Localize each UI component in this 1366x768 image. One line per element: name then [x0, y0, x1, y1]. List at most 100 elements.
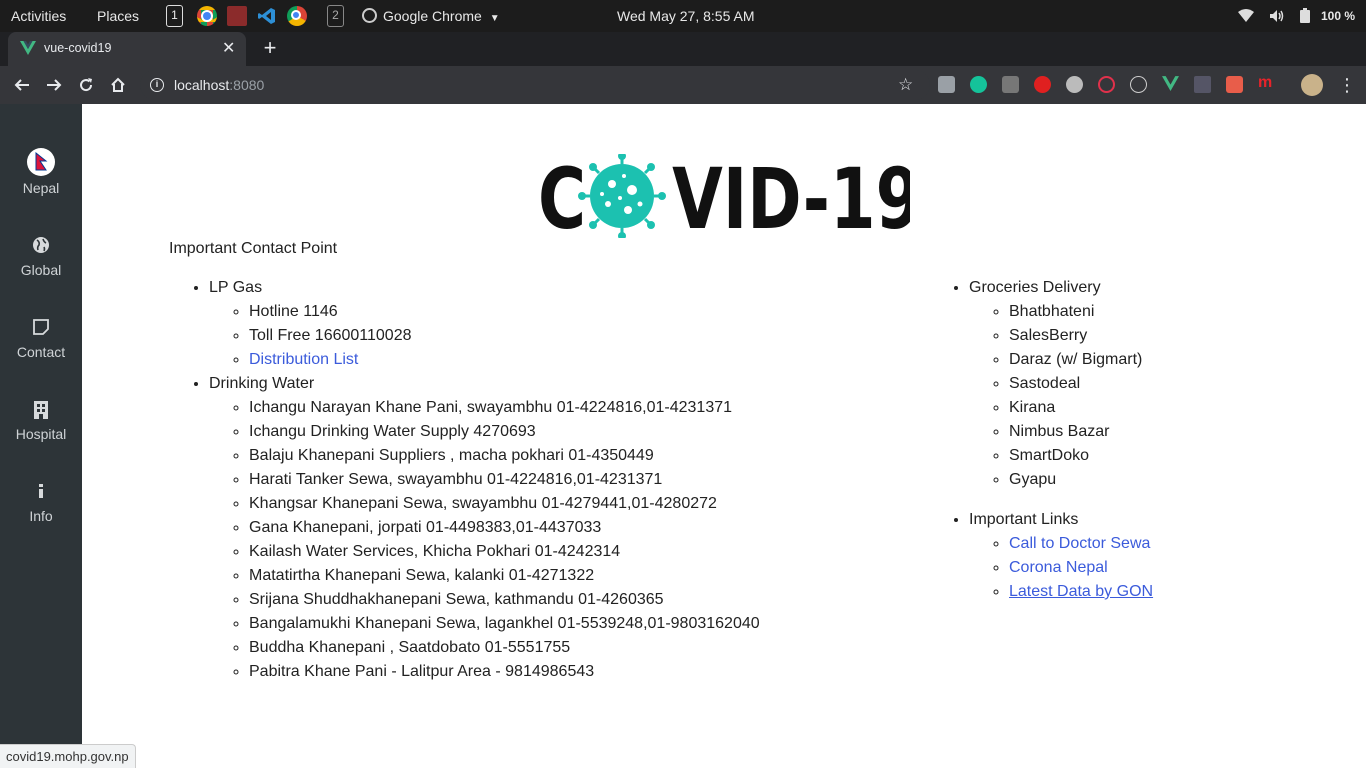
volume-icon[interactable] [1269, 0, 1285, 32]
list-item-drinking-water: Drinking Water Ichangu Narayan Khane Pan… [209, 372, 869, 684]
camera-extension-icon[interactable] [938, 76, 955, 93]
list-item: SmartDoko [1009, 444, 1309, 468]
latest-data-link[interactable]: Latest Data by GON [1009, 583, 1153, 600]
list-item: SalesBerry [1009, 324, 1309, 348]
browser-tab[interactable]: vue-covid19 ✕ [8, 32, 246, 66]
info-icon [35, 482, 47, 500]
section-title: Drinking Water [209, 375, 315, 392]
list-item: Harati Tanker Sewa, swayambhu 01-4224816… [249, 468, 869, 492]
sidebar-item-contact[interactable]: Contact [0, 316, 82, 388]
reload-button[interactable] [72, 71, 100, 99]
chrome-app-icon [362, 8, 377, 23]
vue-logo-icon [20, 41, 36, 58]
battery-percentage: 100 % [1321, 9, 1356, 23]
close-tab-icon[interactable]: ✕ [222, 32, 235, 65]
profile-avatar[interactable] [1301, 74, 1323, 96]
list-item: Gana Khanepani, jorpati 01-4498383,01-44… [249, 516, 869, 540]
list-item: Kirana [1009, 396, 1309, 420]
sidebar-item-global[interactable]: Global [0, 234, 82, 306]
sidebar-item-label: Contact [16, 344, 66, 360]
clock[interactable]: Wed May 27, 8:55 AM [617, 0, 754, 32]
sidebar: Nepal Global Contact Hospital Info [0, 104, 82, 768]
battery-icon[interactable] [1300, 0, 1310, 32]
browser-toolbar: i localhost:8080 ☆ m ⋮ [0, 66, 1366, 104]
color-picker-extension-icon[interactable] [1194, 76, 1211, 93]
list-item: Toll Free 16600110028 [249, 324, 869, 348]
page-content: Nepal Global Contact Hospital Info C VID… [0, 104, 1366, 768]
globe-icon [32, 236, 50, 254]
react-devtools-icon[interactable] [1130, 76, 1147, 93]
facebook-extension-icon[interactable] [1002, 76, 1019, 93]
sidebar-item-label: Info [29, 508, 53, 524]
list-item: Pabitra Khane Pani - Lalitpur Area - 981… [249, 660, 869, 684]
m-extension-icon[interactable]: m [1258, 75, 1278, 93]
note-icon [32, 318, 50, 336]
url-text[interactable]: localhost:8080 [174, 70, 264, 100]
workspace-2-indicator[interactable]: 2 [327, 5, 344, 27]
bookmark-star-icon[interactable]: ☆ [898, 70, 913, 100]
chrome-icon[interactable] [287, 6, 307, 26]
chrome-menu-icon[interactable]: ⋮ [1338, 74, 1356, 96]
list-item: Ichangu Drinking Water Supply 4270693 [249, 420, 869, 444]
sidebar-item-label: Hospital [15, 426, 67, 442]
wifi-icon[interactable] [1238, 0, 1254, 32]
corona-nepal-link[interactable]: Corona Nepal [1009, 559, 1108, 576]
list-item: Latest Data by GON [1009, 580, 1309, 604]
list-item: Kailash Water Services, Khicha Pokhari 0… [249, 540, 869, 564]
link-status-bar: covid19.mohp.gov.np [0, 744, 136, 768]
grammarly-extension-icon[interactable] [970, 76, 987, 93]
section-title: Important Links [969, 511, 1079, 528]
hospital-icon [32, 400, 50, 420]
document-viewer-icon[interactable] [227, 6, 247, 26]
list-item: Daraz (w/ Bigmart) [1009, 348, 1309, 372]
contact-column-left: LP Gas Hotline 1146 Toll Free 1660011002… [169, 276, 869, 684]
sidebar-item-info[interactable]: Info [0, 480, 82, 552]
list-item: Ichangu Narayan Khane Pani, swayambhu 01… [249, 396, 869, 420]
list-item: Corona Nepal [1009, 556, 1309, 580]
list-item-important-links: Important Links Call to Doctor Sewa Coro… [969, 508, 1309, 604]
section-title: LP Gas [209, 279, 263, 296]
call-to-doctor-link[interactable]: Call to Doctor Sewa [1009, 535, 1150, 552]
sidebar-item-label: Nepal [22, 180, 60, 196]
vue-devtools-icon[interactable] [1162, 76, 1179, 93]
vscode-icon[interactable] [257, 6, 277, 26]
nepal-flag-icon [27, 148, 55, 176]
home-button[interactable] [104, 71, 132, 99]
list-item: Nimbus Bazar [1009, 420, 1309, 444]
list-item: Bhatbhateni [1009, 300, 1309, 324]
chrome-icon[interactable] [197, 6, 217, 26]
forward-button[interactable] [40, 71, 68, 99]
logo-text-right: VID-19 [672, 154, 910, 238]
new-tab-button[interactable]: + [258, 34, 282, 62]
distribution-list-link[interactable]: Distribution List [249, 351, 358, 368]
places-menu[interactable]: Places [97, 0, 139, 32]
list-item-lp-gas: LP Gas Hotline 1146 Toll Free 1660011002… [209, 276, 869, 372]
page-heading: Important Contact Point [169, 240, 338, 257]
address-bar[interactable]: i localhost:8080 ☆ [140, 70, 930, 100]
covid19-logo: C VID-19 [538, 150, 921, 248]
info-icon[interactable]: i [150, 78, 164, 92]
adblock-extension-icon[interactable] [1034, 76, 1051, 93]
list-item: Buddha Khanepani , Saatdobato 01-5551755 [249, 636, 869, 660]
list-item-groceries: Groceries Delivery Bhatbhateni SalesBerr… [969, 276, 1309, 492]
list-item: Srijana Shuddhakhanepani Sewa, kathmandu… [249, 588, 869, 612]
list-item: Balaju Khanepani Suppliers , macha pokha… [249, 444, 869, 468]
contact-column-right: Groceries Delivery Bhatbhateni SalesBerr… [929, 276, 1309, 604]
virus-icon [578, 152, 666, 240]
speed-extension-icon[interactable] [1066, 76, 1083, 93]
back-button[interactable] [8, 71, 36, 99]
workspace-1-indicator[interactable]: 1 [166, 5, 183, 27]
notification-extension-icon[interactable] [1226, 76, 1243, 93]
app-menu[interactable]: Google Chrome ▼ [362, 0, 500, 32]
section-title: Groceries Delivery [969, 279, 1101, 296]
tab-title: vue-covid19 [44, 41, 112, 55]
lastpass-extension-icon[interactable] [1098, 76, 1115, 93]
list-item: Call to Doctor Sewa [1009, 532, 1309, 556]
activities-button[interactable]: Activities [11, 0, 66, 32]
sidebar-item-hospital[interactable]: Hospital [0, 398, 82, 470]
list-item: Hotline 1146 [249, 300, 869, 324]
sidebar-item-nepal[interactable]: Nepal [0, 144, 82, 216]
list-item: Gyapu [1009, 468, 1309, 492]
sidebar-item-label: Global [20, 262, 62, 278]
chevron-down-icon: ▼ [489, 13, 500, 24]
